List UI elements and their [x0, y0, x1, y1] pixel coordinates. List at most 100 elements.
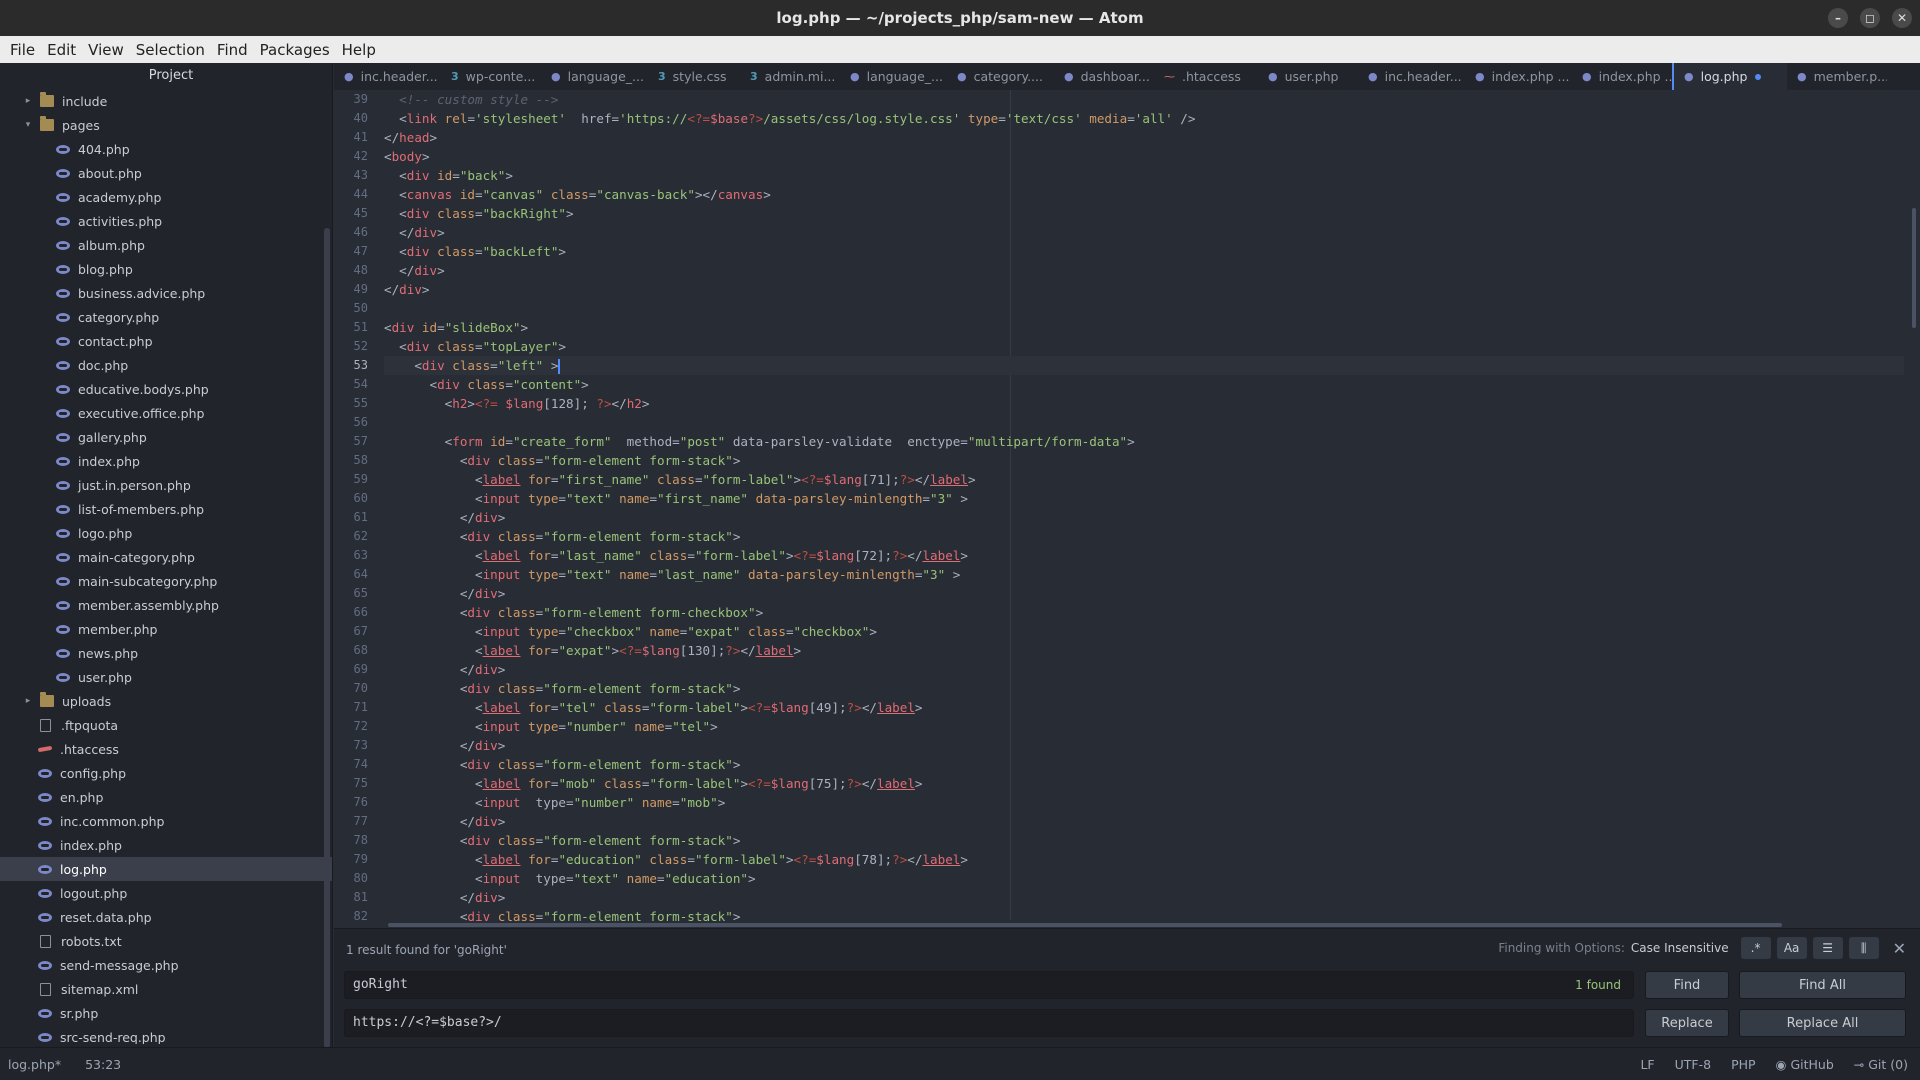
tree-file[interactable]: activities.php [0, 209, 332, 233]
tree-file[interactable]: member.php [0, 617, 332, 641]
code-line[interactable]: <input type="text" name="education"> [384, 869, 1904, 888]
tree-file[interactable]: en.php [0, 785, 332, 809]
tree-file[interactable]: list-of-members.php [0, 497, 332, 521]
tree-file[interactable]: doc.php [0, 353, 332, 377]
status-file[interactable]: log.php* [8, 1057, 61, 1072]
code-line[interactable]: </div> [384, 660, 1904, 679]
close-icon[interactable]: ✕ [1892, 8, 1912, 28]
code-lines[interactable]: <!-- custom style --> <link rel='stylesh… [384, 90, 1904, 926]
code-line[interactable]: <div class="form-element form-stack"> [384, 755, 1904, 774]
tree-file[interactable]: contact.php [0, 329, 332, 353]
maximize-icon[interactable]: ◻ [1860, 8, 1880, 28]
tree-file[interactable]: logout.php [0, 881, 332, 905]
tree-file[interactable]: educative.bodys.php [0, 377, 332, 401]
code-line[interactable]: <div class="content"> [384, 375, 1904, 394]
tree-file[interactable]: category.php [0, 305, 332, 329]
code-line[interactable]: <link rel='stylesheet' href='https://<?=… [384, 109, 1904, 128]
tree-folder[interactable]: ▾ pages [0, 113, 332, 137]
tree-file[interactable]: reset.data.php [0, 905, 332, 929]
code-line[interactable]: <div class="form-element form-stack"> [384, 527, 1904, 546]
editor-tab[interactable]: ● member.p... [1787, 63, 1887, 90]
code-line[interactable]: </head> [384, 128, 1904, 147]
tree-file[interactable]: executive.office.php [0, 401, 332, 425]
chevron-right-icon[interactable]: ▸ [22, 96, 34, 106]
menu-selection[interactable]: Selection [130, 41, 211, 59]
code-line[interactable]: <div class="form-element form-checkbox"> [384, 603, 1904, 622]
replace-button[interactable]: Replace [1645, 1009, 1729, 1037]
case-sensitive-toggle[interactable]: Aa [1776, 937, 1807, 959]
tree-file[interactable]: config.php [0, 761, 332, 785]
horizontal-scrollbar[interactable] [388, 923, 1782, 927]
editor-tab[interactable]: ● language_... [840, 63, 947, 90]
cursor-position[interactable]: 53:23 [85, 1057, 121, 1072]
editor-tab[interactable]: ● index.php ... [1465, 63, 1572, 90]
tree-file[interactable]: album.php [0, 233, 332, 257]
menu-help[interactable]: Help [336, 41, 382, 59]
code-line[interactable]: <label for="mob" class="form-label"><?=$… [384, 774, 1904, 793]
tree-file[interactable]: sitemap.xml [0, 977, 332, 1001]
tree-file[interactable]: src-send-req.php [0, 1025, 332, 1044]
code-line[interactable]: <body> [384, 147, 1904, 166]
grammar[interactable]: PHP [1731, 1057, 1755, 1072]
code-line[interactable]: <div id="back"> [384, 166, 1904, 185]
code-line[interactable]: <div class="form-element form-stack"> [384, 451, 1904, 470]
code-line[interactable]: <div class="topLayer"> [384, 337, 1904, 356]
code-line[interactable]: <label for="first_name" class="form-labe… [384, 470, 1904, 489]
code-line[interactable]: <!-- custom style --> [384, 90, 1904, 109]
editor-tab[interactable]: ● dashboar... [1054, 63, 1154, 90]
menu-find[interactable]: Find [211, 41, 254, 59]
tree-file[interactable]: .ftpquota [0, 713, 332, 737]
vertical-scrollbar[interactable] [1912, 208, 1916, 328]
tree-file[interactable]: inc.common.php [0, 809, 332, 833]
menu-file[interactable]: File [4, 41, 41, 59]
git-button[interactable]: ⊸ Git (0) [1854, 1057, 1908, 1072]
code-line[interactable]: </div> [384, 812, 1904, 831]
tree-file[interactable]: 404.php [0, 137, 332, 161]
code-line[interactable]: <label for="expat"><?=$lang[130];?></lab… [384, 641, 1904, 660]
find-all-button[interactable]: Find All [1739, 971, 1906, 999]
tree-file[interactable]: log.php [0, 857, 332, 881]
replace-all-button[interactable]: Replace All [1739, 1009, 1906, 1037]
code-line[interactable]: </div> [384, 261, 1904, 280]
code-line[interactable]: <div class="backRight"> [384, 204, 1904, 223]
tree-file[interactable]: main-subcategory.php [0, 569, 332, 593]
editor-tab[interactable]: ● language_... [541, 63, 648, 90]
editor-tab[interactable]: ● index.php ... [1572, 63, 1672, 90]
code-line[interactable]: <form id="create_form" method="post" dat… [384, 432, 1904, 451]
tree-file[interactable]: logo.php [0, 521, 332, 545]
tree-scrollbar[interactable] [324, 228, 330, 1048]
tree-file[interactable]: about.php [0, 161, 332, 185]
menu-view[interactable]: View [82, 41, 130, 59]
code-line[interactable]: <h2><?= $lang[128]; ?></h2> [384, 394, 1904, 413]
tree-file[interactable]: business.advice.php [0, 281, 332, 305]
code-line[interactable]: </div> [384, 888, 1904, 907]
code-line[interactable]: <div class="form-element form-stack"> [384, 679, 1904, 698]
tree-file[interactable]: news.php [0, 641, 332, 665]
code-line[interactable]: <label for="tel" class="form-label"><?=$… [384, 698, 1904, 717]
regex-toggle[interactable]: .* [1740, 937, 1771, 959]
text-editor[interactable]: 39 40 41 42 43 44 45 46 47 48 49 50 51 52 53 54 55 56 57 58… [334, 90, 1920, 928]
menu-packages[interactable]: Packages [254, 41, 336, 59]
code-line[interactable]: <div class="backLeft"> [384, 242, 1904, 261]
menu-edit[interactable]: Edit [41, 41, 82, 59]
code-line[interactable]: </div> [384, 508, 1904, 527]
code-line[interactable]: </div> [384, 584, 1904, 603]
close-find-icon[interactable]: ✕ [1893, 939, 1906, 958]
code-line[interactable]: <input type="checkbox" name="expat" clas… [384, 622, 1904, 641]
editor-tab[interactable]: ● user.php [1258, 63, 1358, 90]
editor-tab[interactable]: 3 style.css [648, 63, 740, 90]
code-line[interactable] [384, 299, 1904, 318]
encoding[interactable]: UTF-8 [1675, 1057, 1711, 1072]
selection-only-icon[interactable]: ☰ [1812, 937, 1843, 959]
code-line[interactable]: <input type="number" name="mob"> [384, 793, 1904, 812]
code-line[interactable]: </div> [384, 223, 1904, 242]
code-line[interactable]: <input type="text" name="first_name" dat… [384, 489, 1904, 508]
tree-file[interactable]: blog.php [0, 257, 332, 281]
code-line[interactable]: </div> [384, 736, 1904, 755]
editor-tab[interactable]: ● category.... [947, 63, 1054, 90]
code-line[interactable]: <label for="last_name" class="form-label… [384, 546, 1904, 565]
chevron-down-icon[interactable]: ▾ [22, 120, 34, 130]
code-line[interactable]: <label for="education" class="form-label… [384, 850, 1904, 869]
tree-file[interactable]: robots.txt [0, 929, 332, 953]
find-button[interactable]: Find [1645, 971, 1729, 999]
